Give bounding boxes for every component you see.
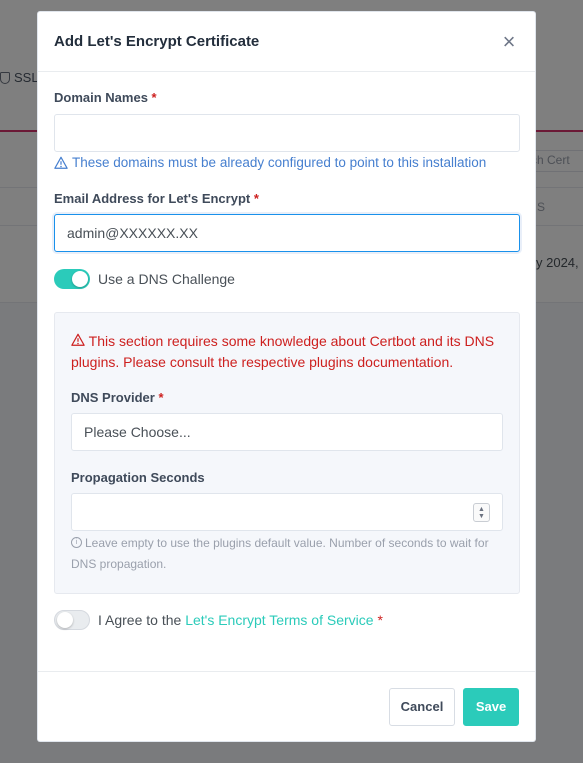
domain-names-label-text: Domain Names (54, 90, 148, 105)
dns-warning: This section requires some knowledge abo… (71, 331, 503, 373)
add-certificate-modal: Add Let's Encrypt Certificate × Domain N… (37, 11, 536, 742)
dns-provider-label-text: DNS Provider (71, 390, 155, 405)
email-label: Email Address for Let's Encrypt * (54, 191, 519, 206)
spinner-down-icon[interactable]: ▼ (478, 513, 485, 520)
tos-toggle[interactable] (54, 610, 90, 630)
modal-header: Add Let's Encrypt Certificate × (38, 12, 535, 72)
required-mark: * (253, 191, 259, 206)
propagation-seconds-input[interactable] (71, 493, 503, 531)
dns-challenge-toggle[interactable] (54, 269, 90, 289)
domain-names-hint: These domains must be already configured… (54, 155, 519, 170)
required-mark: * (377, 612, 383, 628)
propagation-seconds-label: Propagation Seconds (71, 470, 503, 485)
email-label-text: Email Address for Let's Encrypt (54, 191, 251, 206)
propagation-help-text: Leave empty to use the plugins default v… (71, 536, 489, 571)
domain-names-label: Domain Names * (54, 90, 519, 105)
domain-names-input[interactable] (54, 114, 520, 152)
domain-names-hint-text: These domains must be already configured… (72, 155, 487, 170)
dns-warning-text: This section requires some knowledge abo… (71, 333, 495, 370)
dns-section: This section requires some knowledge abo… (54, 312, 520, 594)
save-button[interactable]: Save (463, 687, 519, 726)
tos-row: I Agree to the Let's Encrypt Terms of Se… (54, 610, 519, 630)
required-mark: * (158, 390, 164, 405)
modal-footer: Cancel Save (38, 671, 535, 741)
cancel-button[interactable]: Cancel (389, 687, 455, 726)
toggle-knob (57, 612, 73, 628)
dns-challenge-row: Use a DNS Challenge (54, 269, 519, 289)
modal-body: Domain Names * These domains must be alr… (38, 72, 535, 630)
email-field[interactable] (54, 214, 520, 252)
dns-provider-label: DNS Provider * (71, 390, 503, 405)
spinner-up-icon[interactable]: ▲ (478, 506, 485, 513)
modal-title: Add Let's Encrypt Certificate (54, 33, 260, 50)
info-icon: i (71, 537, 82, 549)
dns-challenge-label: Use a DNS Challenge (98, 271, 235, 287)
propagation-seconds-wrapper: ▲ ▼ (71, 493, 503, 531)
required-mark: * (151, 90, 157, 105)
toggle-knob (72, 271, 88, 287)
dns-provider-selected: Please Choose... (84, 424, 191, 440)
propagation-help: i Leave empty to use the plugins default … (71, 533, 503, 575)
close-icon[interactable]: × (499, 30, 519, 52)
warning-triangle-icon (71, 333, 85, 346)
warning-triangle-icon (54, 156, 68, 169)
number-spinner[interactable]: ▲ ▼ (473, 503, 490, 522)
tos-prefix: I Agree to the (98, 612, 182, 628)
dns-provider-select[interactable]: Please Choose... (71, 413, 503, 451)
propagation-seconds-label-text: Propagation Seconds (71, 470, 205, 485)
tos-label: I Agree to the Let's Encrypt Terms of Se… (98, 612, 383, 628)
tos-link[interactable]: Let's Encrypt Terms of Service (185, 612, 373, 628)
